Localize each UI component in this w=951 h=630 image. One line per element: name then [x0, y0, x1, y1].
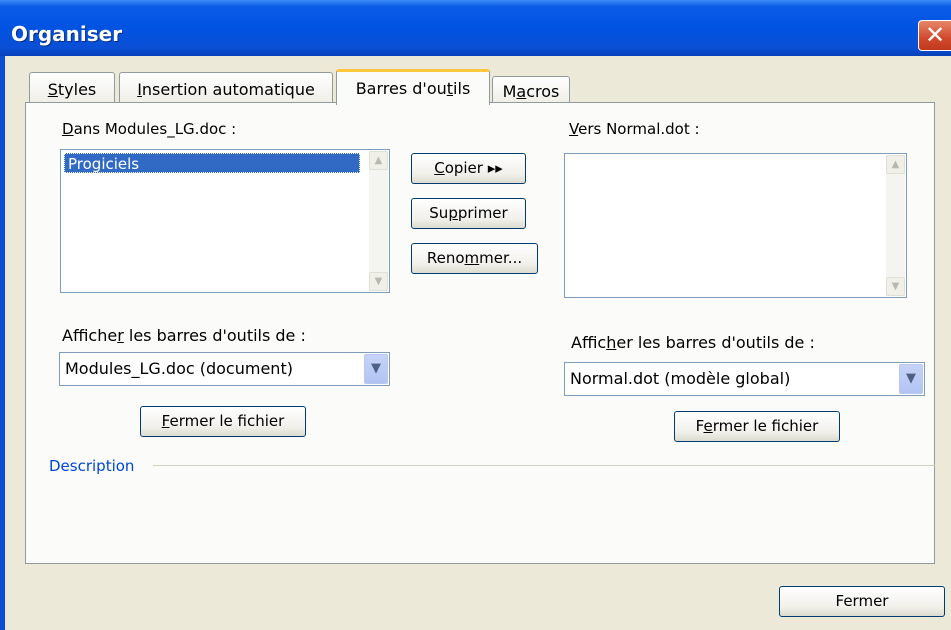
tab-macros[interactable]: Macros: [492, 76, 570, 105]
dest-show-label-rest: er les barres d'outils de :: [616, 333, 815, 352]
rename-label-pre: Reno: [426, 249, 465, 267]
dest-list-scrollbar[interactable]: ▲ ▼: [886, 155, 905, 296]
tab-styles-label: tyles: [57, 80, 97, 99]
tab-styles-accel: S: [47, 80, 58, 99]
delete-button[interactable]: Supprimer: [411, 198, 526, 229]
source-show-label-pre: Affiche: [62, 326, 118, 345]
copy-accel: C: [434, 159, 445, 177]
dest-label-text: ers Normal.dot :: [578, 120, 700, 138]
scroll-down-icon[interactable]: ▼: [886, 277, 905, 296]
rename-accel: m: [464, 249, 480, 267]
source-close-file-button[interactable]: Fermer le fichier: [140, 406, 306, 437]
tab-barres-label-rest: ils: [453, 79, 471, 98]
rename-label-rest: mer...: [479, 249, 523, 267]
source-accel: D: [62, 120, 74, 138]
dest-accel: V: [569, 120, 579, 138]
tab-macros-label-rest: cros: [526, 82, 560, 101]
chevron-down-icon[interactable]: ▼: [364, 354, 388, 384]
dest-toolbars-select[interactable]: Normal.dot (modèle global) ▼: [564, 362, 925, 396]
source-close-label: ermer le fichier: [169, 412, 285, 430]
copy-label: opier ▸▸: [444, 159, 503, 177]
dest-label: Vers Normal.dot :: [569, 120, 700, 138]
source-list-scrollbar[interactable]: ▲ ▼: [369, 151, 388, 291]
tab-insertion-automatique[interactable]: Insertion automatique: [119, 72, 333, 105]
close-icon[interactable]: ✕: [918, 20, 951, 51]
tab-styles[interactable]: Styles: [29, 72, 115, 105]
source-select-value: Modules_LG.doc (document): [65, 359, 293, 378]
dest-list[interactable]: ▲ ▼: [564, 153, 907, 298]
source-label: Dans Modules_LG.doc :: [62, 120, 236, 138]
delete-label-pre: Su: [429, 204, 449, 222]
dest-show-label-pre: Affic: [571, 333, 607, 352]
organiser-dialog: Organiser ✕ Styles Insertion automatique…: [0, 0, 951, 630]
window-frame-left: [0, 56, 5, 630]
window-title: Organiser: [11, 22, 123, 46]
copy-button[interactable]: Copier ▸▸: [411, 153, 526, 184]
scroll-up-icon[interactable]: ▲: [369, 151, 388, 170]
source-label-text: ans Modules_LG.doc :: [73, 120, 237, 138]
tab-barres-outils[interactable]: Barres d'outils: [336, 69, 490, 105]
scroll-up-icon[interactable]: ▲: [886, 155, 905, 174]
dest-select-value: Normal.dot (modèle global): [570, 369, 791, 388]
source-toolbars-select[interactable]: Modules_LG.doc (document) ▼: [59, 352, 390, 386]
dest-show-accel: h: [606, 333, 617, 352]
tab-insertion-label: nsertion automatique: [141, 80, 315, 99]
source-list[interactable]: Progiciels ▲ ▼: [60, 149, 390, 293]
description-label: Description: [49, 457, 141, 475]
dest-close-accel: e: [703, 417, 713, 435]
tab-barres-label-pre: Barres d'ou: [355, 79, 447, 98]
source-show-label-rest: les barres d'outils de :: [123, 326, 306, 345]
close-dialog-button[interactable]: Fermer: [779, 586, 945, 617]
dest-show-label: Afficher les barres d'outils de :: [571, 333, 815, 352]
rename-button[interactable]: Renommer...: [411, 243, 538, 274]
source-show-accel: r: [117, 326, 124, 345]
title-bar[interactable]: Organiser ✕: [0, 0, 951, 56]
tab-macros-accel: a: [516, 82, 527, 101]
delete-label-rest: primer: [457, 204, 508, 222]
delete-accel: p: [448, 204, 458, 222]
chevron-down-icon[interactable]: ▼: [899, 364, 923, 394]
list-item[interactable]: Progiciels: [64, 153, 360, 173]
dest-close-file-button[interactable]: Fermer le fichier: [674, 411, 840, 442]
dest-close-label-rest: rmer le fichier: [712, 417, 819, 435]
description-divider: [153, 465, 935, 466]
scroll-down-icon[interactable]: ▼: [369, 272, 388, 291]
tab-macros-label-pre: M: [502, 82, 517, 101]
source-show-label: Afficher les barres d'outils de :: [62, 326, 306, 345]
